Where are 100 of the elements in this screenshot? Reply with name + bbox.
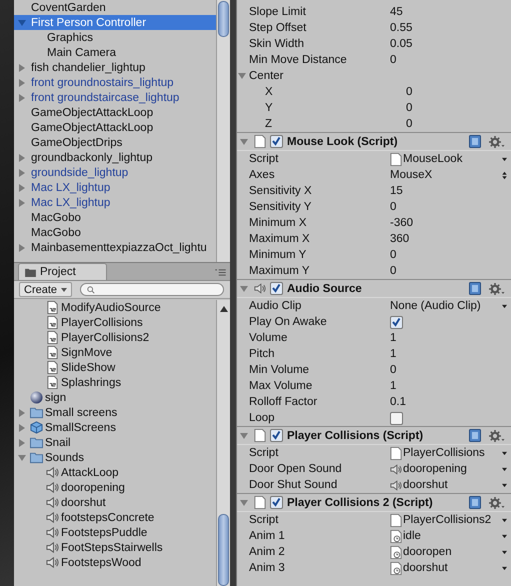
disclosure-triangle-icon[interactable] [18, 94, 26, 102]
gear-icon[interactable] [489, 430, 505, 442]
object-field[interactable]: None (Audio Clip) [390, 300, 481, 312]
disclosure-triangle-icon[interactable] [18, 424, 26, 432]
hierarchy-item[interactable]: Graphics [14, 30, 216, 45]
asset-item[interactable]: FootstepsWood [61, 556, 142, 568]
hierarchy-item[interactable]: MacGobo [14, 210, 216, 225]
component-header[interactable]: Player Collisions 2 (Script) [237, 493, 511, 512]
disclosure-triangle-icon[interactable] [240, 432, 248, 440]
hierarchy-item[interactable]: GameObjectDrips [14, 135, 216, 150]
hierarchy-item[interactable]: GameObjectAttackLoop [14, 105, 216, 120]
hierarchy-item[interactable]: MacGobo [14, 225, 216, 240]
asset-item[interactable]: dooropening [61, 482, 125, 494]
hierarchy-item[interactable]: First Person Controller [14, 15, 216, 30]
disclosure-triangle-icon[interactable] [240, 138, 248, 146]
asset-item[interactable]: FootStepsStairwells [61, 542, 163, 554]
object-field[interactable]: MouseLook [403, 153, 462, 165]
asset-item[interactable]: Sounds [45, 452, 84, 464]
hierarchy-item[interactable]: front groundnostairs_lightup [14, 75, 216, 90]
asset-item[interactable]: sign [45, 392, 66, 404]
asset-item[interactable]: SmallScreens [45, 422, 116, 434]
hierarchy-item[interactable]: GameObjectAttackLoop [14, 120, 216, 135]
number-field[interactable]: 0 [390, 201, 396, 213]
number-field[interactable]: 0 [406, 102, 412, 114]
hierarchy-item[interactable]: Mac LX_lightup [14, 195, 216, 210]
asset-item[interactable]: ModifyAudioSource [61, 302, 161, 314]
menu-icon[interactable] [215, 269, 226, 276]
number-field[interactable]: 0 [390, 249, 396, 261]
hierarchy-item[interactable]: MainbasementtexpiazzaOct_lightu [14, 240, 216, 255]
component-header[interactable]: Mouse Look (Script) [237, 132, 511, 151]
disclosure-triangle-icon[interactable] [238, 72, 246, 80]
asset-item[interactable]: footstepsConcrete [61, 512, 154, 524]
checkbox[interactable] [390, 316, 403, 328]
number-field[interactable]: 0 [390, 265, 396, 277]
gear-icon[interactable] [489, 282, 505, 294]
disclosure-triangle-icon[interactable] [18, 154, 26, 162]
hierarchy-item[interactable]: Mac LX_lightup [14, 180, 216, 195]
hierarchy-item[interactable]: fish chandelier_lightup [14, 60, 216, 75]
asset-item[interactable]: doorshut [61, 496, 106, 508]
number-field[interactable]: 0 [406, 86, 412, 98]
number-field[interactable]: 0.55 [390, 22, 412, 34]
scrollbar[interactable] [216, 300, 230, 586]
disclosure-triangle-icon[interactable] [18, 244, 26, 252]
scrollbar[interactable] [216, 0, 230, 262]
help-book-icon[interactable] [469, 496, 481, 509]
checkbox[interactable] [270, 135, 283, 148]
hierarchy-item[interactable]: front groundstaircase_lightup [14, 90, 216, 105]
object-field[interactable]: dooropen [403, 546, 452, 558]
number-field[interactable]: 0.05 [390, 38, 412, 50]
number-field[interactable]: 45 [390, 6, 403, 18]
number-field[interactable]: -360 [390, 217, 414, 229]
hierarchy-item[interactable]: CoventGarden [14, 0, 216, 15]
help-book-icon[interactable] [469, 135, 481, 148]
number-field[interactable]: 0 [406, 118, 412, 130]
asset-item[interactable]: SlideShow [61, 362, 116, 374]
asset-item[interactable]: Splashrings [61, 376, 122, 388]
component-header[interactable]: Player Collisions (Script) [237, 426, 511, 445]
disclosure-triangle-icon[interactable] [18, 454, 26, 462]
object-field[interactable]: idle [403, 530, 421, 542]
asset-item[interactable]: PlayerCollisions [61, 316, 143, 328]
search-field[interactable] [80, 283, 224, 296]
asset-item[interactable]: Small screens [45, 406, 118, 418]
disclosure-triangle-icon[interactable] [240, 498, 248, 506]
hierarchy-item[interactable]: groundside_lightup [14, 165, 216, 180]
object-field[interactable]: PlayerCollisions2 [403, 514, 492, 526]
number-field[interactable]: 15 [390, 185, 403, 197]
asset-item[interactable]: Snail [45, 436, 71, 448]
checkbox[interactable] [270, 282, 283, 295]
checkbox[interactable] [270, 429, 283, 442]
object-field[interactable]: doorshut [403, 479, 448, 491]
scroll-up-icon[interactable] [220, 306, 228, 312]
asset-item[interactable]: PlayerCollisions2 [61, 332, 150, 344]
help-book-icon[interactable] [469, 282, 481, 295]
number-field[interactable]: 0 [390, 54, 396, 66]
number-field[interactable]: 0 [390, 364, 396, 376]
create-button[interactable]: Create [19, 282, 72, 297]
object-field[interactable]: MouseX [390, 169, 432, 181]
scrollbar-thumb[interactable] [218, 1, 229, 37]
disclosure-triangle-icon[interactable] [18, 198, 26, 206]
component-header[interactable]: Audio Source [237, 279, 511, 298]
object-field[interactable]: dooropening [403, 463, 467, 475]
hierarchy-item[interactable]: Main Camera [14, 45, 216, 60]
asset-item[interactable]: AttackLoop [61, 466, 119, 478]
number-field[interactable]: 360 [390, 233, 410, 245]
number-field[interactable]: 0.1 [390, 396, 406, 408]
disclosure-triangle-icon[interactable] [240, 284, 248, 292]
number-field[interactable]: 1 [390, 380, 396, 392]
gear-icon[interactable] [489, 136, 505, 148]
project-tab[interactable]: Project [18, 263, 107, 280]
disclosure-triangle-icon[interactable] [18, 408, 26, 416]
object-field[interactable]: doorshut [403, 562, 448, 574]
help-book-icon[interactable] [469, 429, 481, 442]
stepper-arrows-icon[interactable] [502, 170, 507, 180]
number-field[interactable]: 1 [390, 332, 396, 344]
hierarchy-item[interactable]: groundbackonly_lightup [14, 150, 216, 165]
number-field[interactable]: 1 [390, 348, 396, 360]
disclosure-triangle-icon[interactable] [18, 78, 26, 86]
disclosure-triangle-icon[interactable] [18, 438, 26, 446]
checkbox[interactable] [390, 412, 403, 424]
asset-item[interactable]: FootstepsPuddle [61, 526, 148, 538]
